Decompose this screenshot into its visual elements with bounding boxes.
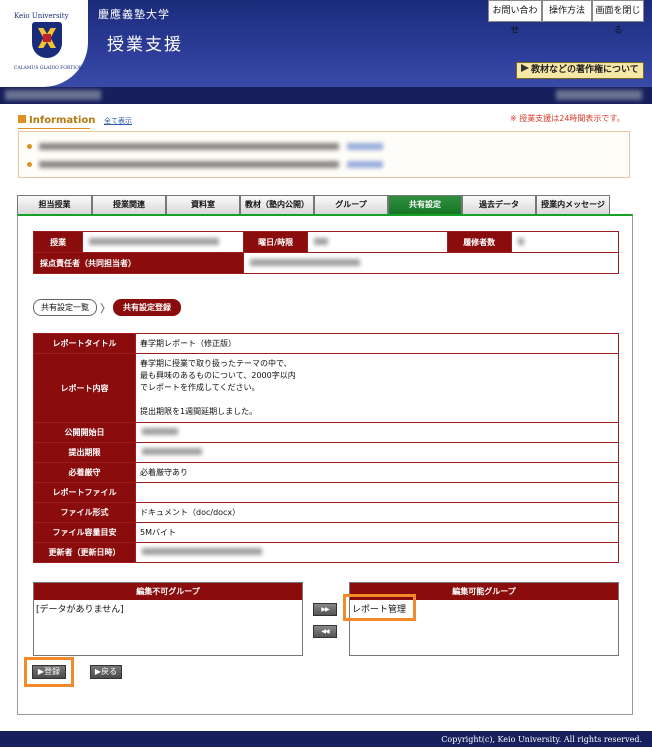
report-content-label: レポート内容 <box>33 353 136 423</box>
non-editable-group-title: 編集不可グループ <box>34 583 302 600</box>
move-right-button[interactable]: ▶▶ <box>313 603 337 616</box>
university-en: Keio University <box>14 12 69 20</box>
updated-by-label: 更新者（更新日時） <box>33 542 136 563</box>
course-name-redacted <box>82 231 244 253</box>
students-redacted <box>510 231 620 253</box>
tab-materials[interactable]: 教材（塾内公開） <box>240 195 314 214</box>
day-period-redacted <box>307 231 448 253</box>
course-label: 授業 <box>32 231 84 253</box>
app-title: 授業支援 <box>107 35 183 55</box>
university-jp: 慶應義塾大学 <box>98 8 170 21</box>
logo-motto: CALAMUS GLADIO FORTIOR <box>14 66 83 71</box>
report-file-value <box>135 482 619 503</box>
contact-button[interactable]: お問い合わせ <box>488 0 542 36</box>
report-file-label: レポートファイル <box>33 482 136 503</box>
close-screen-button[interactable]: 画面を閉じる <box>592 0 644 36</box>
course-info-table: 授業 曜日/時限 履修者数 採点責任者（共同担当者） <box>32 231 620 274</box>
tab-course-related[interactable]: 授業関連 <box>92 195 166 214</box>
datetime-redacted <box>556 90 642 100</box>
tab-assigned-courses[interactable]: 担当授業 <box>17 195 92 214</box>
highlight-box <box>343 594 416 621</box>
information-box <box>18 131 630 178</box>
user-info-bar <box>0 87 652 104</box>
square-bullet-icon <box>18 115 26 123</box>
grader-label: 採点責任者（共同担当者） <box>33 252 244 274</box>
show-all-link[interactable]: 全て表示 <box>104 116 132 126</box>
pen-sword-crest-icon <box>32 22 62 58</box>
strict-deadline-label: 必着厳守 <box>33 462 136 483</box>
report-content-value: 春学期に授業で取り扱ったテーマの中で、 最も興味のあるものについて、2000字以… <box>135 353 619 423</box>
file-format-value: ドキュメント（doc/docx） <box>135 502 619 523</box>
tab-groups[interactable]: グループ <box>314 195 388 214</box>
tab-reference-room[interactable]: 資料室 <box>166 195 240 214</box>
non-editable-group-list[interactable]: 編集不可グループ [データがありません] <box>33 582 303 656</box>
report-title-label: レポートタイトル <box>33 333 136 354</box>
publish-start-redacted <box>135 422 619 443</box>
information-heading: Information <box>18 115 95 126</box>
day-period-label: 曜日/時限 <box>242 231 309 253</box>
tab-sharing-settings[interactable]: 共有設定 <box>388 195 462 214</box>
bullet-icon <box>27 162 32 167</box>
file-format-label: ファイル形式 <box>33 502 136 523</box>
tab-past-data[interactable]: 過去データ <box>462 195 536 214</box>
breadcrumb-chevron-icon: 〉 <box>100 302 111 315</box>
keio-logo: Keio University CALAMUS GLADIO FORTIOR <box>0 0 88 87</box>
breadcrumb-list[interactable]: 共有設定一覧 <box>33 299 97 316</box>
report-title-value: 春学期レポート（修正版） <box>135 333 619 354</box>
students-label: 履修者数 <box>446 231 512 253</box>
breadcrumb-current: 共有設定登録 <box>113 299 181 316</box>
report-table: レポートタイトル 春学期レポート（修正版） レポート内容 春学期に授業で取り扱ったテ… <box>33 333 619 563</box>
play-arrow-icon <box>521 64 529 72</box>
footer-copyright: Copyright(c), Keio University. All right… <box>0 731 652 747</box>
non-editable-empty-text: [データがありません] <box>36 605 124 615</box>
deadline-redacted <box>135 442 619 463</box>
user-id-redacted <box>5 90 101 100</box>
copyright-info-button[interactable]: 教材などの著作権について <box>516 62 644 79</box>
display-note: ※ 授業支援は24時間表示です。 <box>510 114 625 123</box>
file-size-label: ファイル容量目安 <box>33 522 136 543</box>
tab-course-messages[interactable]: 授業内メッセージ <box>536 195 610 214</box>
publish-start-label: 公開開始日 <box>33 422 136 443</box>
deadline-label: 提出期限 <box>33 442 136 463</box>
grader-redacted <box>242 252 620 274</box>
updated-by-redacted <box>135 542 619 563</box>
copyright-info-label: 教材などの著作権について <box>531 65 639 75</box>
back-button[interactable]: ▶戻る <box>90 665 122 679</box>
bullet-icon <box>27 144 32 149</box>
move-left-button[interactable]: ◀◀ <box>313 625 337 638</box>
information-underline <box>18 128 90 129</box>
how-to-button[interactable]: 操作方法 <box>542 0 592 22</box>
highlight-box <box>24 657 74 687</box>
strict-deadline-value: 必着厳守あり <box>135 462 619 483</box>
file-size-value: 5Mバイト <box>135 522 619 543</box>
